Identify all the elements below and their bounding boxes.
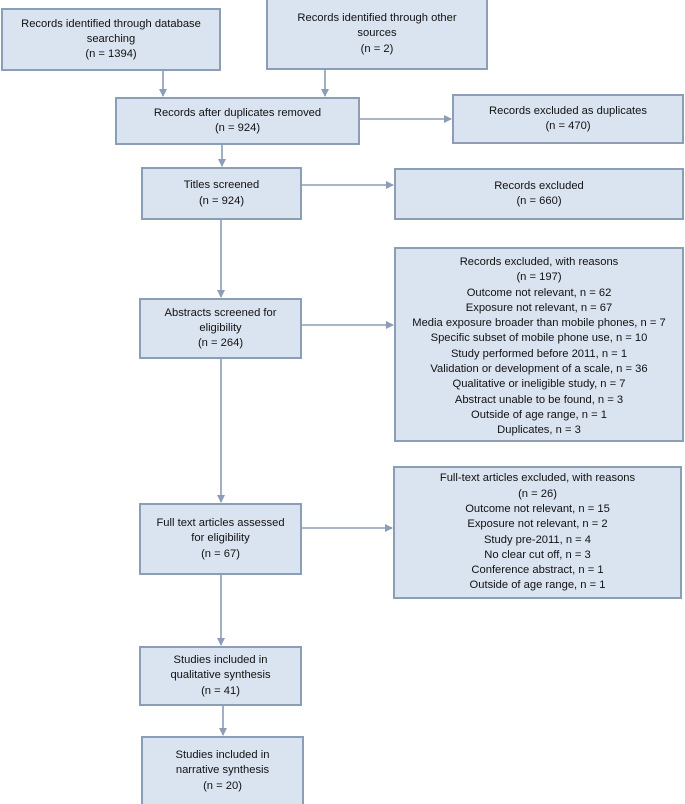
box-count: (n = 2) (360, 42, 394, 55)
box-count: (n = 67) (201, 547, 240, 560)
exclusion-reason: Qualitative or ineligible study, n = 7 (452, 378, 626, 391)
box-count: (n = 470) (545, 120, 591, 132)
exclusion-reason: Validation or development of a scale, n … (430, 363, 648, 376)
exclusion-reason: Outcome not relevant, n = 15 (465, 502, 610, 515)
box-count: (n = 20) (203, 779, 242, 792)
box-titles-screened: Titles screened (n = 924) (141, 167, 302, 220)
box-abstracts-screened: Abstracts screened for eligibility (n = … (139, 298, 302, 359)
exclusion-reason: Abstract unable to be found, n = 3 (454, 393, 624, 406)
box-title: Records excluded as duplicates (489, 104, 647, 117)
box-title: Titles screened (183, 179, 260, 192)
exclusion-reason: Outside of age range, n = 1 (471, 408, 607, 421)
box-title: Records after duplicates removed (153, 106, 322, 119)
exclusion-reason: Study pre-2011, n = 4 (483, 533, 592, 546)
exclusion-reason: Study performed before 2011, n = 1 (450, 347, 628, 360)
box-fulltext-excluded: Full-text articles excluded, with reason… (393, 466, 682, 599)
box-title: Records identified through other sources (297, 12, 457, 40)
exclusion-reason: Outcome not relevant, n = 62 (466, 286, 612, 299)
exclusion-reason: Outside of age range, n = 1 (469, 579, 606, 592)
box-database-search: Records identified through database sear… (1, 8, 221, 71)
box-title: Abstracts screened for eligibility (164, 306, 277, 334)
box-count: (n = 660) (516, 195, 562, 207)
box-title: Studies included in narrative synthesis (175, 749, 270, 777)
box-count: (n = 924) (198, 194, 245, 207)
box-title: Records excluded (494, 179, 584, 192)
exclusion-reason: Duplicates, n = 3 (497, 424, 581, 437)
box-count: (n = 264) (197, 337, 244, 350)
box-title: Records excluded, with reasons (459, 256, 619, 268)
box-count: (n = 41) (201, 684, 240, 697)
box-count: (n = 1394) (85, 48, 137, 61)
exclusion-reason: No clear cut off, n = 3 (484, 548, 591, 561)
box-count: (n = 924) (214, 122, 261, 134)
exclusion-reason: Exposure not relevant, n = 2 (467, 518, 608, 531)
box-fulltext-assessed: Full text articles assessed for eligibil… (139, 503, 302, 575)
exclusion-reason: Media exposure broader than mobile phone… (412, 317, 666, 330)
box-title: Records identified through database sear… (21, 17, 201, 45)
box-after-duplicates: Records after duplicates removed (n = 92… (115, 97, 360, 145)
box-narrative-synthesis: Studies included in narrative synthesis … (141, 736, 304, 804)
box-abstracts-excluded: Records excluded, with reasons (n = 197)… (394, 247, 684, 442)
exclusion-reason: Exposure not relevant, n = 67 (465, 301, 613, 314)
box-title: Full text articles assessed for eligibil… (156, 517, 285, 545)
box-count: (n = 26) (518, 487, 557, 500)
exclusion-reason: Specific subset of mobile phone use, n =… (430, 332, 648, 345)
box-records-excluded: Records excluded (n = 660) (394, 168, 684, 220)
box-excluded-duplicates: Records excluded as duplicates (n = 470) (452, 94, 684, 144)
box-title: Full-text articles excluded, with reason… (439, 472, 636, 485)
box-other-sources: Records identified through other sources… (266, 0, 488, 70)
box-count: (n = 197) (516, 271, 562, 284)
box-qualitative-synthesis: Studies included in qualitative synthesi… (139, 646, 302, 706)
exclusion-reason: Conference abstract, n = 1 (471, 564, 604, 577)
box-title: Studies included in qualitative synthesi… (170, 654, 271, 682)
